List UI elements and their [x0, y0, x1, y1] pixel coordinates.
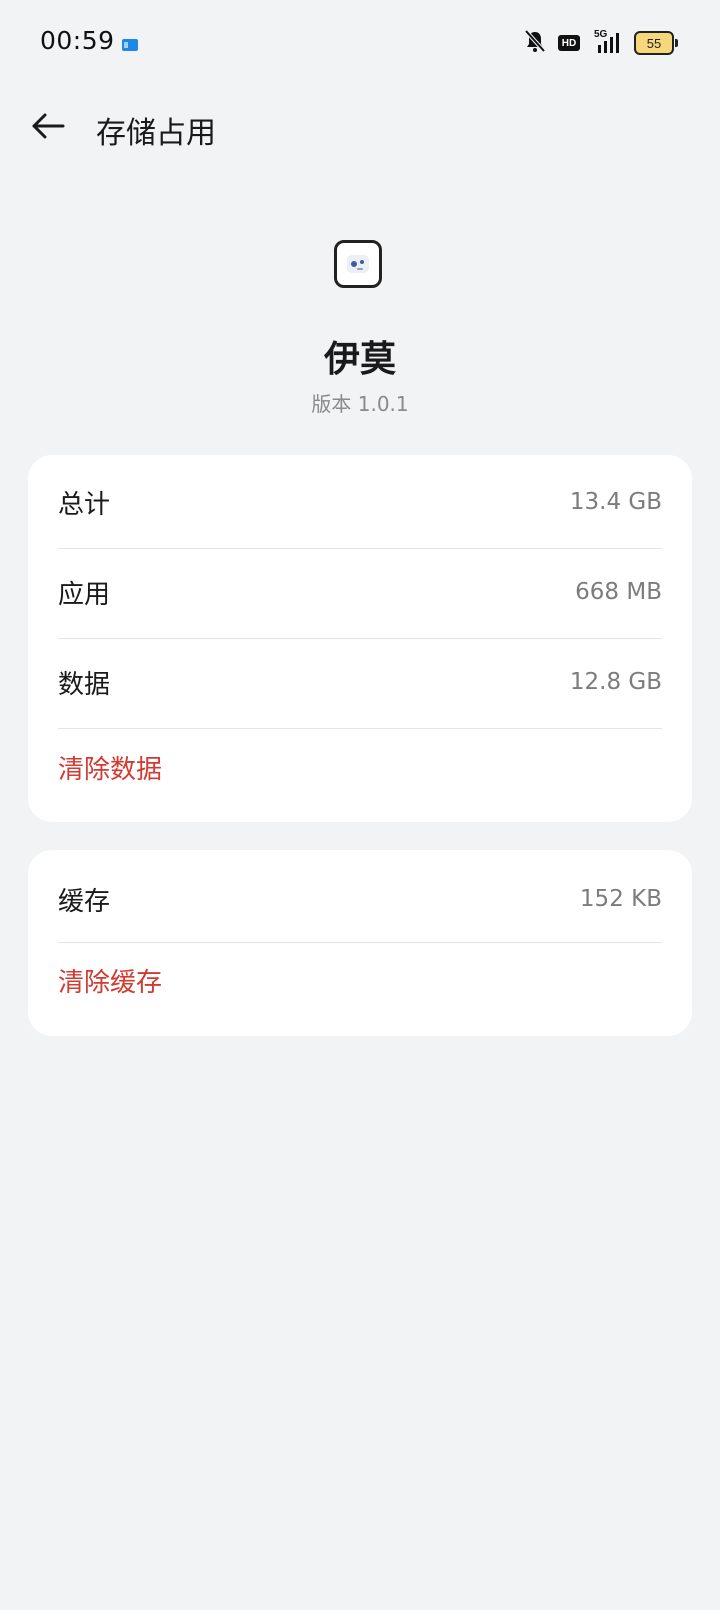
status-time: 00:59 [40, 26, 115, 55]
battery-icon: 55 [634, 31, 678, 55]
signal-5g-icon: 5G [592, 29, 622, 55]
cache-card: 缓存 152 KB 清除缓存 [28, 850, 692, 1036]
storage-row-total: 总计 13.4 GB [58, 477, 662, 527]
storage-row-data: 数据 12.8 GB [58, 657, 662, 707]
row-value: 12.8 GB [569, 669, 662, 695]
status-icons: HD 5G 55 [524, 28, 678, 58]
row-label: 缓存 [58, 886, 111, 917]
clear-data-button[interactable]: 清除数据 [58, 749, 162, 786]
arrow-left-icon [31, 112, 65, 144]
status-bar: 00:59 HD 5G 55 [0, 0, 720, 88]
divider [58, 942, 662, 943]
divider [58, 728, 662, 729]
app-version: 版本 1.0.1 [311, 392, 409, 416]
notification-app-icon [122, 36, 138, 51]
battery-tip [675, 39, 678, 47]
divider [58, 548, 662, 549]
row-value: 13.4 GB [569, 489, 662, 515]
app-bar: 存储占用 [0, 88, 720, 170]
bell-muted-icon [524, 29, 546, 57]
divider [58, 638, 662, 639]
row-label: 总计 [58, 489, 111, 520]
back-button[interactable] [28, 108, 68, 148]
row-value: 152 KB [579, 886, 662, 912]
cache-row: 缓存 152 KB [58, 874, 662, 924]
storage-row-app: 应用 668 MB [58, 567, 662, 617]
hd-icon: HD [558, 35, 580, 51]
row-label: 应用 [58, 579, 111, 610]
battery-level: 55 [646, 35, 662, 51]
row-value: 668 MB [575, 579, 662, 605]
row-label: 数据 [58, 669, 111, 700]
storage-card: 总计 13.4 GB 应用 668 MB 数据 12.8 GB 清除数据 [28, 455, 692, 822]
app-name: 伊莫 [323, 339, 396, 380]
clear-cache-button[interactable]: 清除缓存 [58, 962, 162, 999]
app-icon [334, 240, 382, 288]
page-title: 存储占用 [96, 116, 216, 151]
